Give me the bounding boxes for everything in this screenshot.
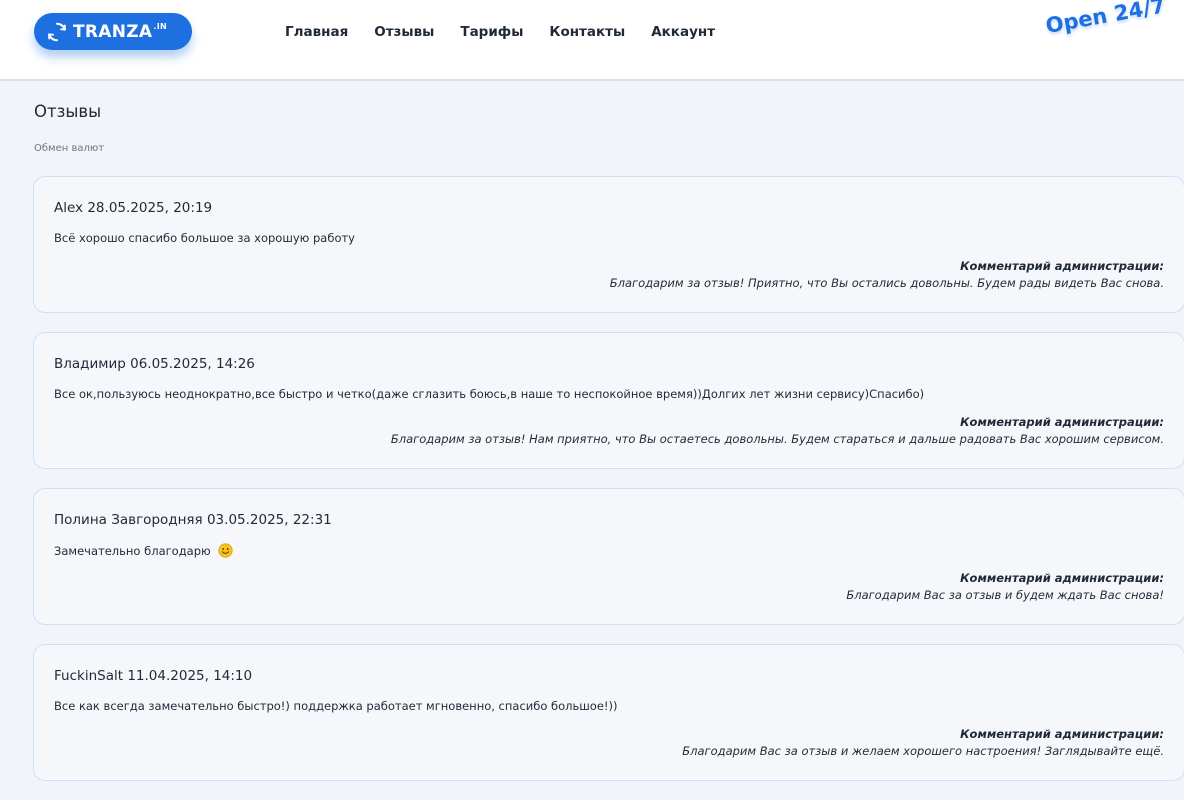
review-text: Замечательно благодарю [54, 544, 211, 558]
admin-comment-label: Комментарий администрации: [960, 259, 1164, 273]
review-author: FuckinSalt [54, 668, 124, 684]
review-author: Alex [54, 200, 84, 216]
review-card: Полина Завгородняя 03.05.2025, 22:31 Зам… [33, 488, 1184, 625]
nav-item-tariffs[interactable]: Тарифы [460, 22, 523, 42]
review-header: Владимир 06.05.2025, 14:26 [54, 356, 255, 372]
page-title: Отзывы [34, 102, 102, 121]
logo-superscript: .IN [153, 22, 167, 31]
admin-comment-label: Комментарий администрации: [960, 727, 1164, 741]
review-card: FuckinSalt 11.04.2025, 14:10 Все как все… [33, 644, 1184, 781]
review-header: FuckinSalt 11.04.2025, 14:10 [54, 668, 252, 684]
main-nav: Главная Отзывы Тарифы Контакты Аккаунт [285, 22, 741, 42]
admin-comment-text: Благодарим за отзыв! Приятно, что Вы ост… [609, 276, 1164, 290]
review-text: Всё хорошо спасибо большое за хорошую ра… [54, 231, 355, 245]
site-header: TRANZA .IN Главная Отзывы Тарифы Контакты… [0, 0, 1184, 81]
review-header: Alex 28.05.2025, 20:19 [54, 200, 212, 216]
review-text: Все как всегда замечательно быстро!) под… [54, 699, 618, 713]
review-datetime: 28.05.2025, 20:19 [87, 200, 213, 216]
page-subtitle: Обмен валют [34, 143, 105, 154]
admin-comment-text: Благодарим Вас за отзыв и будем ждать Ва… [846, 588, 1164, 602]
nav-item-contacts[interactable]: Контакты [549, 22, 625, 42]
admin-comment-label: Комментарий администрации: [960, 415, 1164, 429]
review-author: Полина Завгородняя [54, 512, 203, 528]
review-header: Полина Завгородняя 03.05.2025, 22:31 [54, 512, 332, 528]
review-card: Alex 28.05.2025, 20:19 Всё хорошо спасиб… [33, 176, 1184, 313]
review-text-line: Замечательно благодарю [54, 543, 233, 558]
exchange-cycle-icon [48, 22, 66, 41]
smiling-face-emoji-icon [218, 543, 233, 558]
open-24-7-badge: Open 24/7 [1043, 0, 1168, 38]
admin-comment-text: Благодарим за отзыв! Нам приятно, что Вы… [390, 432, 1164, 446]
nav-item-reviews[interactable]: Отзывы [374, 22, 434, 42]
review-text: Все ок,пользуюсь неоднократно,все быстро… [54, 387, 925, 401]
review-datetime: 11.04.2025, 14:10 [127, 668, 253, 684]
review-datetime: 03.05.2025, 22:31 [206, 512, 332, 528]
admin-comment-text: Благодарим Вас за отзыв и желаем хорошег… [682, 744, 1164, 758]
review-datetime: 06.05.2025, 14:26 [130, 356, 255, 372]
reviews-list: Alex 28.05.2025, 20:19 Всё хорошо спасиб… [33, 176, 1184, 800]
logo[interactable]: TRANZA .IN [34, 13, 192, 50]
nav-item-home[interactable]: Главная [285, 22, 348, 42]
review-card: Владимир 06.05.2025, 14:26 Все ок,пользу… [33, 332, 1184, 469]
review-author: Владимир [54, 356, 126, 372]
nav-item-account[interactable]: Аккаунт [651, 22, 715, 42]
logo-text: TRANZA [73, 21, 153, 42]
admin-comment-label: Комментарий администрации: [960, 571, 1164, 585]
